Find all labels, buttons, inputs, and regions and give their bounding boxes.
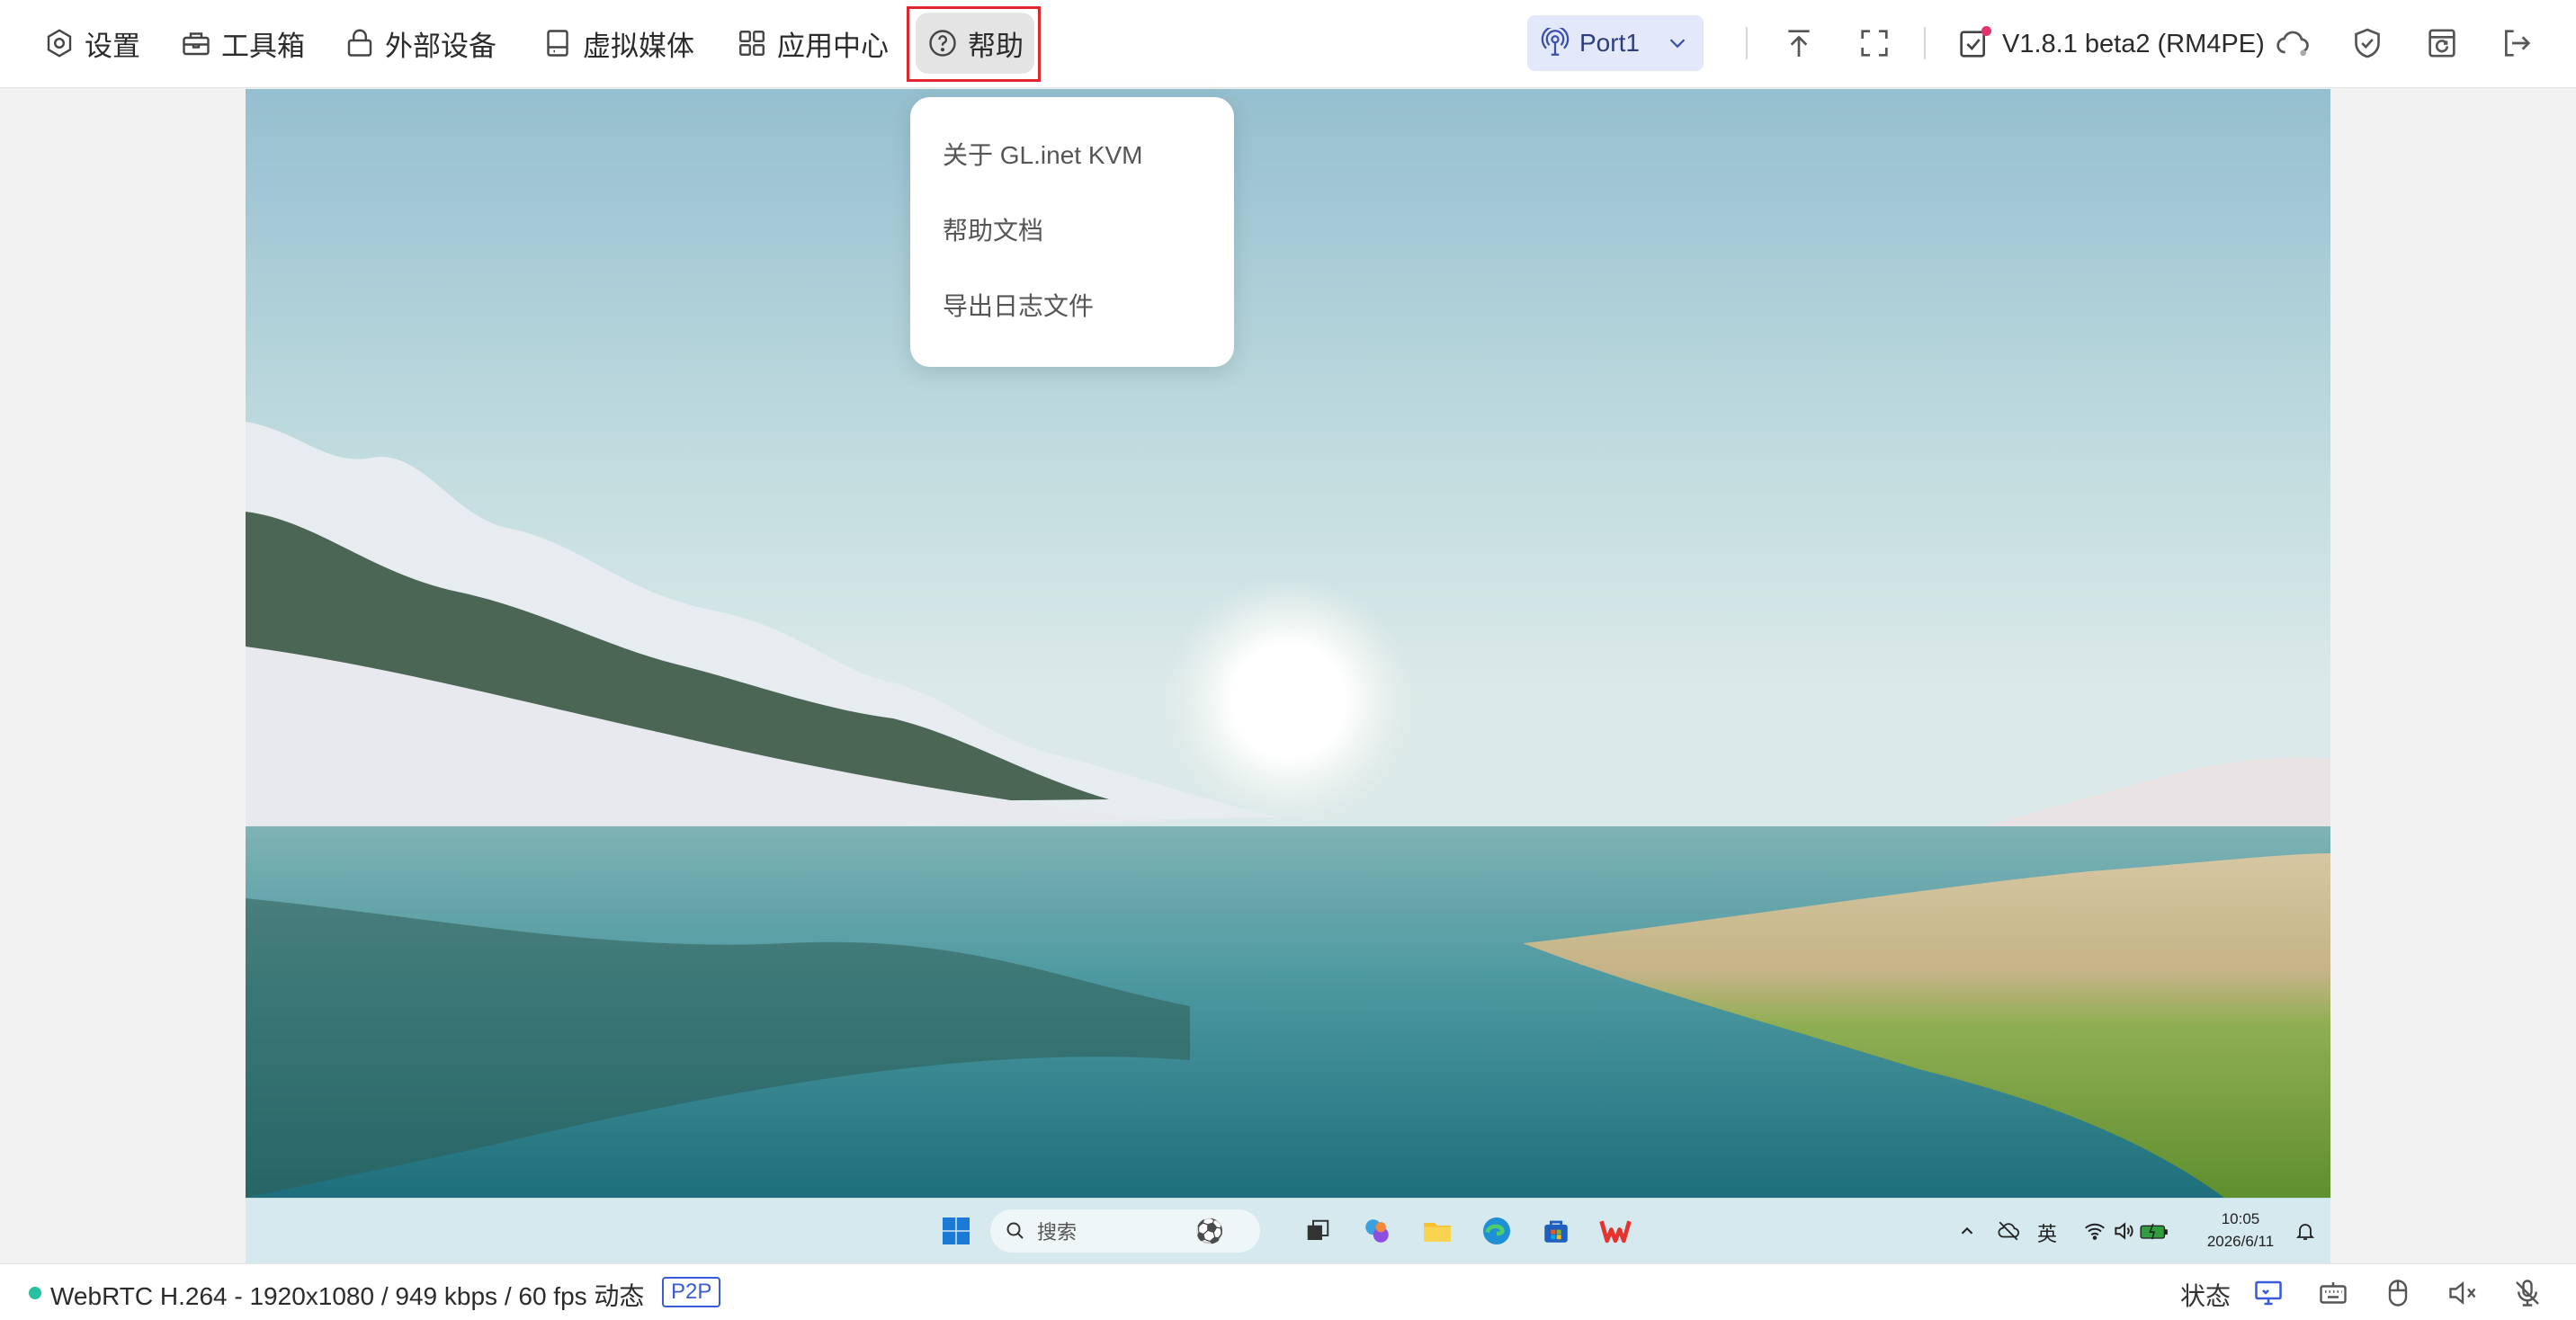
taskbar-clock[interactable]: 10:05 2026/6/11 <box>2196 1208 2285 1253</box>
restart-button[interactable] <box>2421 22 2463 64</box>
mouse-button[interactable] <box>2380 1275 2416 1311</box>
help-menu-item-docs[interactable]: 帮助文档 <box>910 209 1234 284</box>
taskbar-search[interactable]: 搜索 ⚽ <box>990 1209 1260 1253</box>
menu-external-devices[interactable]: 外部设备 <box>333 13 507 74</box>
version-update-icon <box>1955 26 1991 62</box>
settings-icon <box>47 29 72 58</box>
version-info[interactable]: V1.8.1 beta2 (RM4PE) <box>1955 18 2265 70</box>
chevron-up-icon <box>1961 1226 1973 1235</box>
tray-overflow-button[interactable] <box>1949 1213 1985 1249</box>
help-menu-item-export-logs[interactable]: 导出日志文件 <box>910 284 1234 360</box>
wps-app[interactable] <box>1597 1213 1633 1249</box>
windows-logo-icon <box>943 1217 970 1244</box>
menu-help[interactable]: 帮助 <box>916 13 1034 74</box>
fullscreen-icon <box>1861 30 1888 57</box>
cloud-off-icon <box>1998 1221 2019 1241</box>
menu-virtual-media-label: 虚拟媒体 <box>583 30 694 62</box>
edge-browser-app[interactable] <box>1479 1213 1515 1249</box>
clock-date: 2026/6/11 <box>2206 1233 2275 1250</box>
chevron-down-icon <box>1669 39 1686 49</box>
wps-icon <box>1599 1220 1632 1244</box>
store-icon <box>1544 1220 1568 1243</box>
speaker-muted-icon <box>2449 1281 2476 1305</box>
microphone-muted-icon <box>2516 1280 2539 1307</box>
copilot-icon <box>1365 1219 1389 1243</box>
edge-icon <box>1483 1217 1510 1244</box>
status-label[interactable]: 状态 <box>2180 1277 2231 1313</box>
port-select[interactable]: Port1 <box>1527 15 1704 71</box>
shield-check-icon <box>2355 28 2380 58</box>
ime-indicator[interactable]: 英 <box>2037 1218 2057 1247</box>
windows-start-button[interactable] <box>938 1213 974 1249</box>
monitor-icon <box>2255 1280 2282 1306</box>
port-label: Port1 <box>1579 29 1640 57</box>
tray-onedrive[interactable] <box>1990 1213 2026 1249</box>
update-badge-dot <box>1981 26 1991 36</box>
top-toolbar: 设置 工具箱 外部设备 虚拟媒体 应用中心 帮助 Port1 V1.8.1 be… <box>0 0 2576 88</box>
remote-desktop-view[interactable]: 搜索 ⚽ 英 10:05 2026/6/11 <box>246 89 2330 1263</box>
toolbar-divider <box>1924 27 1926 59</box>
search-icon <box>1006 1222 1024 1239</box>
copilot-app[interactable] <box>1359 1213 1395 1249</box>
tray-notifications[interactable] <box>2287 1213 2323 1249</box>
help-icon <box>929 30 956 57</box>
port-icon <box>1541 28 1570 56</box>
keyboard-icon <box>2320 1282 2347 1304</box>
menu-toolbox[interactable]: 工具箱 <box>169 13 316 74</box>
battery-charging-icon <box>2140 1223 2168 1240</box>
menu-app-center-label: 应用中心 <box>777 30 889 62</box>
version-label: V1.8.1 beta2 (RM4PE) <box>2002 29 2265 58</box>
audio-mute-button[interactable] <box>2445 1275 2481 1311</box>
tray-battery[interactable] <box>2136 1213 2172 1249</box>
drive-icon <box>547 30 568 57</box>
connection-status-dot <box>29 1287 41 1299</box>
folder-icon <box>1424 1223 1451 1242</box>
volume-icon <box>2115 1222 2133 1240</box>
desktop-wallpaper <box>246 89 2330 1198</box>
task-view-icon <box>1307 1219 1329 1240</box>
menu-help-label: 帮助 <box>968 30 1024 62</box>
upload-icon <box>1788 30 1810 57</box>
upload-button[interactable] <box>1778 22 1820 64</box>
refresh-doc-icon <box>2428 29 2455 58</box>
help-dropdown-menu: 关于 GL.inet KVM 帮助文档 导出日志文件 <box>910 97 1234 367</box>
app-grid-icon <box>739 31 765 56</box>
menu-app-center[interactable]: 应用中心 <box>725 13 899 74</box>
keyboard-button[interactable] <box>2315 1275 2351 1311</box>
microphone-button[interactable] <box>2509 1275 2545 1311</box>
logout-button[interactable] <box>2496 22 2537 64</box>
mouse-icon <box>2388 1280 2408 1307</box>
fullscreen-button[interactable] <box>1854 22 1895 64</box>
bottom-status-bar: WebRTC H.264 - 1920x1080 / 949 kbps / 60… <box>0 1263 2576 1320</box>
logout-icon <box>2505 30 2531 57</box>
help-menu-item-about[interactable]: 关于 GL.inet KVM <box>910 133 1234 209</box>
monitor-status-button[interactable] <box>2250 1275 2286 1311</box>
menu-settings[interactable]: 设置 <box>32 13 151 74</box>
menu-toolbox-label: 工具箱 <box>221 30 305 62</box>
clock-time: 10:05 <box>2221 1210 2260 1227</box>
menu-virtual-media[interactable]: 虚拟媒体 <box>531 13 705 74</box>
security-button[interactable] <box>2347 22 2388 64</box>
taskbar-search-placeholder: 搜索 <box>1037 1221 1078 1244</box>
toolbar-divider <box>1746 27 1748 59</box>
store-app[interactable] <box>1538 1213 1574 1249</box>
file-explorer-app[interactable] <box>1419 1213 1455 1249</box>
p2p-badge: P2P <box>662 1277 721 1307</box>
cloud-button[interactable] <box>2272 22 2313 64</box>
wifi-icon <box>2085 1223 2105 1240</box>
task-view-button[interactable] <box>1300 1213 1336 1249</box>
soccer-ball-icon: ⚽ <box>1194 1217 1224 1244</box>
lock-device-icon <box>347 29 372 57</box>
menu-settings-label: 设置 <box>85 30 140 62</box>
menu-external-devices-label: 外部设备 <box>385 30 496 62</box>
stream-info-text: WebRTC H.264 - 1920x1080 / 949 kbps / 60… <box>50 1282 645 1310</box>
cloud-icon <box>2276 31 2309 57</box>
windows-taskbar: 搜索 ⚽ 英 10:05 2026/6/11 <box>246 1198 2330 1263</box>
notification-bell-icon <box>2295 1224 2315 1240</box>
toolbox-icon <box>183 32 210 56</box>
